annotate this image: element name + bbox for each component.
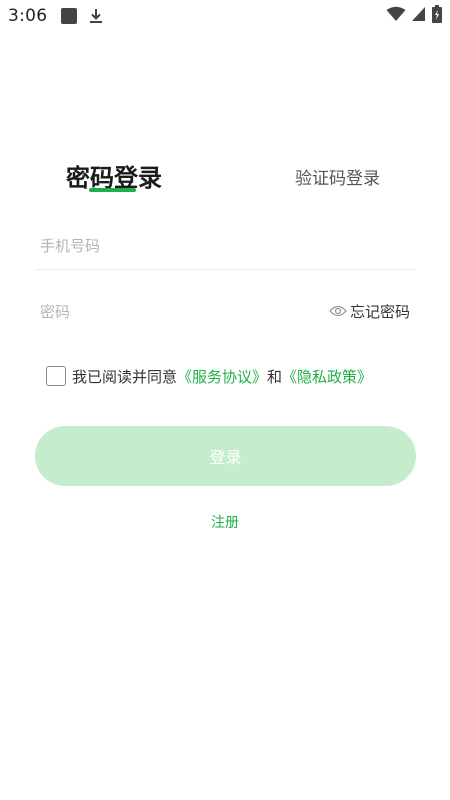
login-button-label: 登录 (209, 450, 242, 467)
agreement-and: 和 (267, 367, 283, 386)
service-agreement-link[interactable]: 《服务协议》 (177, 366, 267, 387)
signal-icon (412, 6, 426, 26)
status-right-icons (386, 5, 442, 27)
forgot-password-label: 忘记密码 (349, 303, 410, 321)
active-tab-indicator (89, 188, 136, 192)
eye-icon[interactable] (329, 302, 347, 321)
password-field: 忘记密码 (35, 288, 416, 336)
password-input[interactable] (35, 288, 295, 336)
login-tabs: 密码登录 验证码登录 (0, 158, 450, 198)
status-time: 3:06 (8, 6, 48, 26)
forgot-password-link[interactable]: 忘记密码 (329, 301, 410, 322)
app-square-icon (61, 8, 78, 24)
phone-field (35, 222, 416, 270)
phone-input[interactable] (35, 222, 295, 270)
battery-icon (432, 5, 442, 27)
agreement-row: 我已阅读并同意 《服务协议》 和 《隐私政策》 (46, 365, 372, 387)
privacy-policy-link[interactable]: 《隐私政策》 (282, 366, 372, 387)
register-row: 注册 (0, 512, 450, 532)
tab-code-login[interactable]: 验证码登录 (295, 164, 380, 189)
login-button[interactable]: 登录 (35, 426, 416, 486)
register-link[interactable]: 注册 (211, 515, 239, 531)
wifi-icon (386, 6, 406, 26)
status-bar: 3:06 (0, 0, 450, 32)
download-icon (89, 8, 103, 24)
agreement-checkbox[interactable] (46, 366, 66, 386)
agreement-prefix: 我已阅读并同意 (72, 367, 178, 386)
